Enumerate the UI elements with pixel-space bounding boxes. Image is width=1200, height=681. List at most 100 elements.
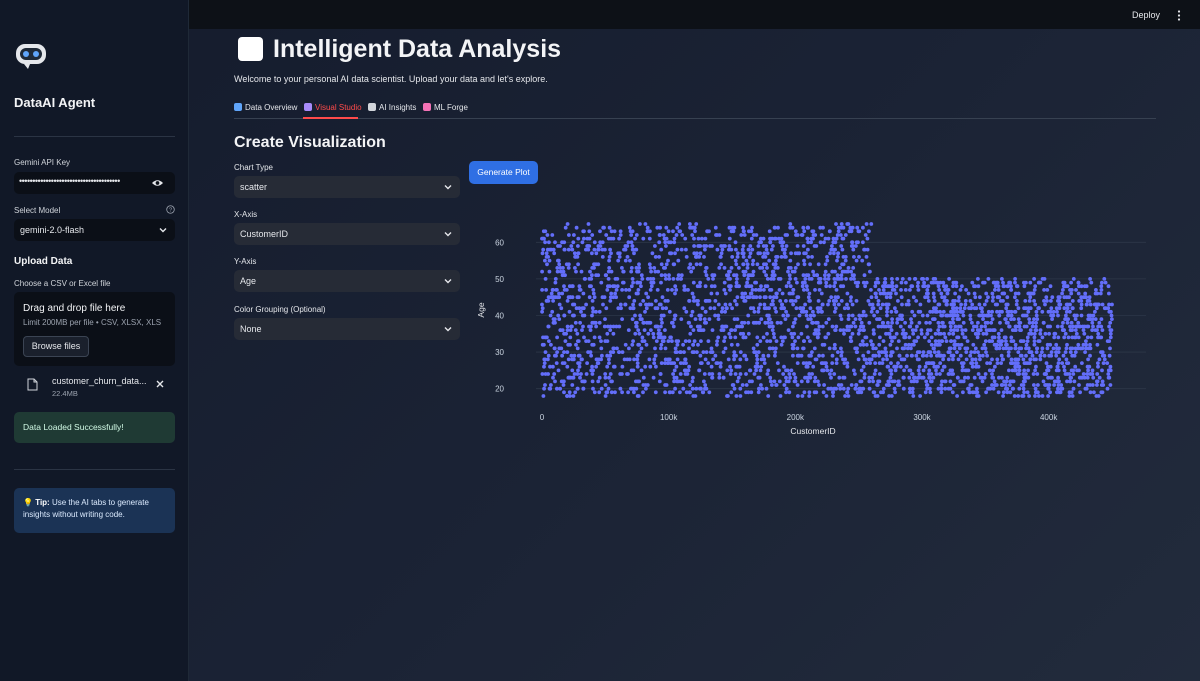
scatter-point bbox=[1040, 346, 1045, 351]
scatter-point bbox=[643, 222, 648, 226]
scatter-point bbox=[824, 361, 828, 365]
scatter-point bbox=[782, 251, 787, 256]
scatter-point bbox=[1049, 350, 1054, 354]
scatter-point bbox=[1011, 386, 1015, 391]
scatter-point bbox=[731, 383, 736, 387]
scatter-point bbox=[792, 320, 797, 325]
scatter-point bbox=[888, 342, 893, 347]
scatter-point bbox=[775, 255, 780, 259]
scatter-point bbox=[889, 394, 894, 398]
scatter-point bbox=[940, 295, 944, 300]
file-dropzone[interactable]: Drag and drop file here Limit 200MB per … bbox=[14, 292, 175, 366]
scatter-point bbox=[551, 375, 555, 380]
scatter-point bbox=[1034, 313, 1039, 318]
tab-ml-forge[interactable]: ML Forge bbox=[423, 103, 468, 112]
scatter-point bbox=[1016, 350, 1021, 354]
scatter-point bbox=[1043, 383, 1048, 387]
help-icon[interactable]: ? bbox=[166, 205, 175, 214]
scatter-point bbox=[953, 291, 957, 296]
scatter-point bbox=[1057, 357, 1062, 362]
scatter-point bbox=[895, 346, 899, 351]
scatter-point bbox=[704, 320, 708, 325]
scatter-point bbox=[988, 328, 993, 332]
scatter-point bbox=[725, 306, 729, 311]
scatter-point bbox=[871, 353, 876, 358]
x-tick-label: 400k bbox=[1040, 413, 1058, 422]
scatter-point bbox=[839, 350, 844, 354]
scatter-point bbox=[885, 357, 889, 362]
scatter-point bbox=[559, 306, 564, 311]
scatter-point bbox=[592, 295, 597, 300]
browse-files-button[interactable]: Browse files bbox=[23, 336, 89, 357]
deploy-button[interactable]: Deploy bbox=[1132, 10, 1160, 20]
tab-visual-studio[interactable]: Visual Studio bbox=[304, 103, 362, 112]
scatter-point bbox=[866, 299, 871, 303]
scatter-point bbox=[947, 331, 952, 336]
scatter-point bbox=[774, 309, 778, 314]
scatter-point bbox=[782, 383, 787, 387]
scatter-point bbox=[765, 277, 770, 281]
color-grouping-select[interactable]: None bbox=[234, 318, 460, 340]
model-select[interactable]: gemini-2.0-flash bbox=[14, 219, 175, 241]
scatter-point bbox=[843, 258, 848, 263]
scatter-point bbox=[556, 313, 561, 318]
generate-plot-button[interactable]: Generate Plot bbox=[469, 161, 538, 184]
eye-icon[interactable] bbox=[152, 178, 163, 188]
scatter-point bbox=[1006, 320, 1010, 325]
scatter-point bbox=[545, 262, 549, 267]
scatter-point bbox=[587, 229, 592, 234]
scatter-point bbox=[869, 288, 873, 292]
scatter-point bbox=[1013, 309, 1018, 314]
scatter-point bbox=[565, 222, 570, 226]
scatter-point bbox=[987, 368, 992, 373]
scatter-point bbox=[847, 328, 851, 332]
more-menu-icon[interactable] bbox=[1176, 10, 1182, 21]
scatter-point bbox=[703, 383, 708, 387]
tab-label: ML Forge bbox=[434, 103, 468, 112]
scatter-points bbox=[540, 222, 1114, 398]
tab-ai-insights[interactable]: AI Insights bbox=[368, 103, 416, 112]
scatter-point bbox=[605, 331, 610, 336]
scatter-chart[interactable]: 20304050600 100k 200k 300k 400kCustomerIDAge bbox=[470, 210, 1160, 450]
tab-data-overview[interactable]: Data Overview bbox=[234, 103, 297, 112]
scatter-point bbox=[975, 335, 980, 340]
scatter-point bbox=[827, 229, 832, 234]
scatter-point bbox=[568, 328, 573, 332]
scatter-point bbox=[651, 335, 656, 340]
scatter-point bbox=[791, 288, 796, 292]
api-key-input[interactable]: •••••••••••••••••••••••••••••••••••••• bbox=[14, 172, 175, 194]
scatter-point bbox=[738, 372, 743, 376]
scatter-point bbox=[647, 357, 652, 362]
x-axis-select[interactable]: CustomerID bbox=[234, 223, 460, 245]
chart-type-select[interactable]: scatter bbox=[234, 176, 460, 198]
scatter-point bbox=[831, 390, 836, 395]
scatter-point bbox=[589, 368, 594, 373]
scatter-point bbox=[783, 317, 788, 321]
scatter-point bbox=[723, 244, 727, 248]
scatter-point bbox=[998, 320, 1002, 325]
scatter-point bbox=[940, 320, 945, 325]
scatter-point bbox=[1040, 309, 1045, 314]
scatter-point bbox=[1003, 383, 1008, 387]
scatter-point bbox=[1078, 390, 1082, 395]
scatter-point bbox=[754, 233, 759, 237]
scatter-point bbox=[694, 262, 699, 267]
active-tab-indicator bbox=[303, 117, 358, 119]
scatter-point bbox=[732, 225, 737, 230]
scatter-point bbox=[832, 342, 837, 347]
scatter-point bbox=[1090, 368, 1095, 373]
scatter-point bbox=[846, 306, 851, 311]
scatter-point bbox=[1083, 386, 1088, 391]
scatter-point bbox=[948, 379, 953, 384]
y-axis-select[interactable]: Age bbox=[234, 270, 460, 292]
scatter-point bbox=[543, 240, 547, 245]
scatter-point bbox=[665, 288, 670, 292]
scatter-point bbox=[1032, 331, 1037, 336]
scatter-point bbox=[700, 236, 704, 241]
scatter-point bbox=[1009, 361, 1013, 365]
close-icon[interactable] bbox=[156, 380, 164, 388]
scatter-point bbox=[567, 309, 572, 314]
scatter-point bbox=[824, 335, 828, 340]
scatter-point bbox=[812, 273, 817, 278]
scatter-point bbox=[921, 368, 926, 373]
